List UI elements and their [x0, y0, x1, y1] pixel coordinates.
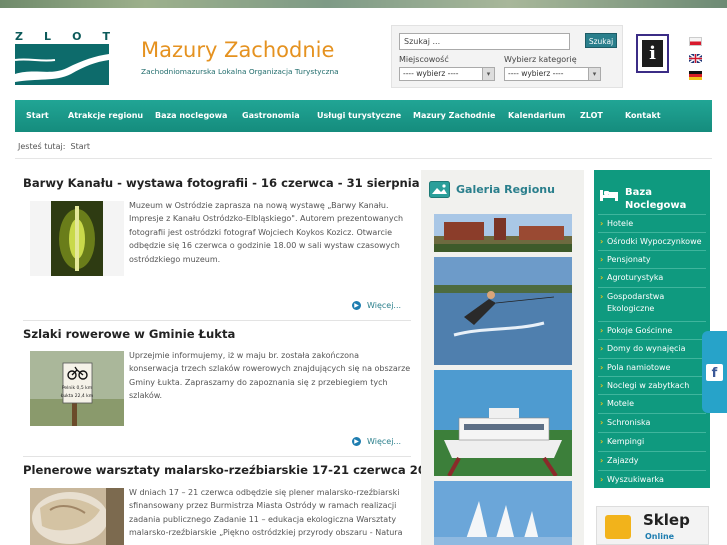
logo-letters: Z L O T	[15, 30, 110, 43]
flag-pl-icon[interactable]	[689, 37, 702, 46]
flag-en-icon[interactable]	[688, 53, 703, 64]
article-text: Uprzejmie informujemy, iż w maju br. zos…	[129, 351, 411, 401]
gallery-photo[interactable]	[434, 257, 572, 365]
gallery-photo[interactable]	[434, 481, 572, 545]
accommodation-item[interactable]: Motele	[598, 394, 706, 412]
nav-item-zlot[interactable]: ZLOT	[580, 111, 603, 120]
site-subtitle: Zachodniomazurska Lokalna Organizacja Tu…	[141, 67, 339, 76]
gallery-header: Galeria Regionu	[429, 181, 555, 198]
chevron-down-icon: ▾	[482, 68, 494, 80]
facebook-tab[interactable]: f	[702, 331, 727, 413]
zlot-logo[interactable]: Z L O T	[15, 30, 110, 86]
article-text: W dniach 17 – 21 czerwca odbędzie się pl…	[129, 488, 403, 538]
flag-de-icon[interactable]	[689, 71, 702, 80]
nav-item-atrakcje[interactable]: Atrakcje regionu	[68, 111, 143, 120]
nav-item-kalendarium[interactable]: Kalendarium	[508, 111, 565, 120]
accommodation-title: Baza Noclegowa	[625, 187, 687, 211]
accommodation-item[interactable]: Zajazdy	[598, 451, 706, 469]
nav-item-uslugi[interactable]: Usługi turystyczne	[317, 111, 401, 120]
category-select[interactable]: ---- wybierz ---- ▾	[504, 67, 601, 81]
gallery-photo[interactable]	[434, 370, 572, 476]
accommodation-item[interactable]: Noclegi w zabytkach	[598, 376, 706, 393]
nav-item-start[interactable]: Start	[26, 111, 49, 120]
accommodation-panel: Baza Noclegowa HoteleOśrodki Wypoczynkow…	[594, 170, 710, 488]
tourist-info-icon[interactable]: i	[636, 34, 669, 73]
gallery-panel: Galeria Regionu	[421, 170, 584, 545]
article-title[interactable]: Plenerowe warsztaty malarsko-rzeźbiarski…	[23, 463, 442, 477]
article-title[interactable]: Barwy Kanału - wystawa fotografii - 16 c…	[23, 176, 464, 190]
site-title[interactable]: Mazury Zachodnie	[141, 38, 334, 62]
nav-item-baza[interactable]: Baza noclegowa	[155, 111, 227, 120]
bed-icon	[600, 190, 618, 201]
read-more-link[interactable]: ▶ Więcej...	[352, 301, 401, 310]
svg-text:Pelnik 0,5 km: Pelnik 0,5 km	[62, 385, 92, 391]
location-label: Miejscowość	[399, 55, 449, 64]
accommodation-item[interactable]: Agroturystyka	[598, 268, 706, 286]
breadcrumb-current[interactable]: Start	[70, 142, 90, 151]
search-panel: Szukaj ... Szukaj Miejscowość Wybierz ka…	[391, 25, 623, 88]
accommodation-item[interactable]: Pokoje Gościnne	[598, 321, 706, 338]
arrow-right-icon: ▶	[352, 437, 361, 446]
breadcrumb: Jesteś tutaj: Start	[18, 142, 91, 151]
chevron-down-icon: ▾	[588, 68, 600, 80]
logo-river-mark	[15, 44, 109, 85]
accommodation-item[interactable]: Wyszukiwarka	[598, 470, 706, 487]
search-button[interactable]: Szukaj	[585, 33, 617, 48]
accommodation-item[interactable]: Pola namiotowe	[598, 358, 706, 375]
shop-title: Sklep	[643, 511, 690, 529]
shop-banner[interactable]: Sklep Online	[596, 506, 709, 545]
accommodation-item[interactable]: Gospodarstwa Ekologiczne	[598, 287, 706, 320]
nav-item-mazury[interactable]: Mazury Zachodnie	[413, 111, 495, 120]
article-separator	[23, 456, 411, 457]
gallery-title: Galeria Regionu	[456, 183, 555, 196]
accommodation-item[interactable]: Kempingi	[598, 432, 706, 450]
divider	[15, 158, 712, 159]
article-image[interactable]: Pelnik 0,5 km Łukta 22,4 km	[30, 351, 124, 426]
read-more-link[interactable]: ▶ Więcej...	[352, 437, 401, 446]
svg-text:Łukta 22,4 km: Łukta 22,4 km	[60, 393, 93, 399]
accommodation-item[interactable]: Domy do wynajęcia	[598, 339, 706, 357]
accommodation-item[interactable]: Hotele	[598, 214, 706, 231]
facebook-icon: f	[706, 363, 723, 381]
article-image[interactable]	[30, 201, 124, 276]
location-select[interactable]: ---- wybierz ---- ▾	[399, 67, 495, 81]
shop-subtitle: Online	[645, 532, 675, 541]
article-title[interactable]: Szlaki rowerowe w Gminie Łukta	[23, 327, 235, 341]
article-text: Muzeum w Ostródzie zaprasza na nową wyst…	[129, 201, 404, 264]
gallery-photo[interactable]	[434, 214, 572, 252]
main-nav: Start Atrakcje regionu Baza noclegowa Ga…	[15, 100, 712, 132]
top-banner-strip	[0, 0, 727, 8]
accommodation-header: Baza Noclegowa	[599, 186, 689, 212]
nav-item-kontakt[interactable]: Kontakt	[625, 111, 661, 120]
shopping-bag-icon	[605, 515, 631, 539]
article-image[interactable]	[30, 488, 124, 545]
accommodation-item[interactable]: Ośrodki Wypoczynkowe	[598, 232, 706, 249]
nav-item-gastronomia[interactable]: Gastronomia	[242, 111, 300, 120]
arrow-right-icon: ▶	[352, 301, 361, 310]
accommodation-item[interactable]: Pensjonaty	[598, 250, 706, 267]
accommodation-item[interactable]: Schroniska	[598, 413, 706, 431]
category-label: Wybierz kategorię	[504, 55, 577, 64]
image-icon	[429, 181, 450, 198]
search-input[interactable]: Szukaj ...	[399, 33, 570, 50]
article-separator	[23, 320, 411, 321]
